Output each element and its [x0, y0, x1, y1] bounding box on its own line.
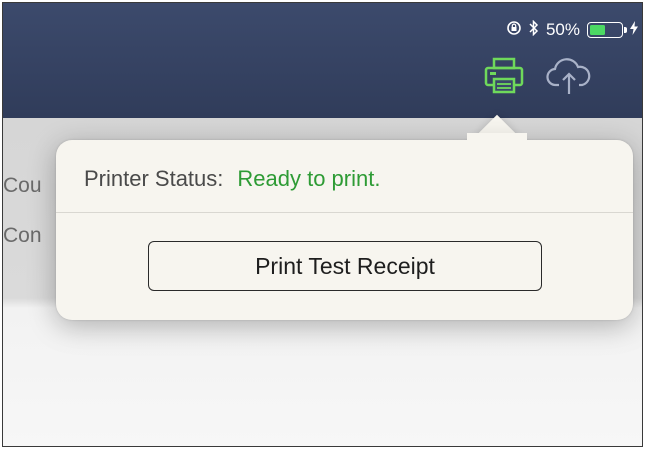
popover-divider [56, 212, 633, 213]
charging-bolt-icon [630, 21, 638, 39]
orientation-lock-icon [506, 20, 522, 40]
printer-icon[interactable] [484, 57, 524, 100]
printer-status-popover: Printer Status: Ready to print. Print Te… [56, 140, 633, 320]
popover-arrow-join [467, 133, 527, 163]
bluetooth-icon [529, 19, 539, 40]
printer-status-value: Ready to print. [237, 166, 381, 191]
battery-percent: 50% [545, 20, 580, 39]
battery-level-fill [590, 25, 605, 35]
battery-icon [587, 22, 627, 38]
printer-status-row: Printer Status: Ready to print. [84, 166, 380, 192]
status-bar: 50% [506, 19, 638, 41]
battery-nub [624, 27, 627, 33]
printer-status-label: Printer Status: [84, 166, 224, 191]
navigation-bar: 50% [3, 3, 642, 118]
print-test-receipt-button[interactable]: Print Test Receipt [148, 241, 542, 291]
app-window: 50% Cou Con Printer Status: Ready to pri… [2, 2, 643, 447]
toolbar-actions [484, 53, 592, 103]
list-item[interactable]: Cou [3, 174, 42, 198]
list-item[interactable]: Con [3, 224, 42, 248]
cloud-upload-icon[interactable] [546, 57, 592, 100]
